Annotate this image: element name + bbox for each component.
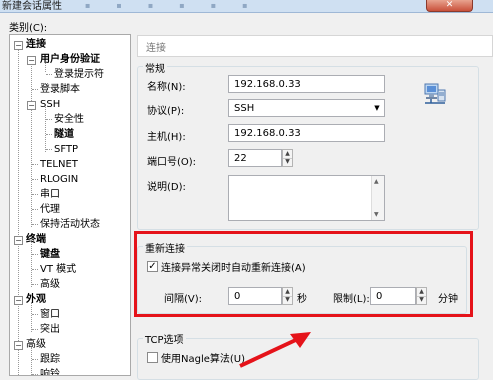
port-label: 端口号(O): [147, 157, 197, 168]
host-field[interactable]: 192.168.0.33 [228, 124, 385, 142]
panel-header: 连接 [137, 35, 493, 57]
tree-item-keepalive[interactable]: 保持活动状态 [40, 217, 100, 232]
description-field[interactable]: ▲ ▼ [228, 175, 385, 221]
tree-item-ssh[interactable]: SSH [40, 97, 60, 112]
tree-connector [45, 107, 46, 152]
tree-item-serial[interactable]: 串口 [40, 187, 60, 202]
tree-item-highlight[interactable]: 突出 [40, 322, 60, 337]
tree-connector [46, 134, 52, 135]
protocol-value: SSH [234, 103, 255, 114]
tree-connector [46, 149, 52, 150]
window-title: 新建会话属性 [2, 1, 62, 12]
tree-item-trace[interactable]: 跟踪 [40, 352, 60, 367]
collapse-icon[interactable]: − [27, 101, 36, 110]
tree-connector [32, 209, 38, 210]
chevron-up-icon[interactable]: ▲ [374, 178, 379, 185]
tree-connector [32, 89, 38, 90]
chevron-down-icon[interactable]: ▼ [374, 211, 379, 218]
tree-item-login-prompt[interactable]: 登录提示符 [54, 67, 104, 82]
chevron-down-icon[interactable]: ▼ [283, 158, 292, 166]
tree-connector [32, 359, 38, 360]
tree-connector [32, 179, 38, 180]
tree-connector [32, 194, 38, 195]
close-icon: ✕ [445, 0, 454, 10]
tree-connector [32, 329, 38, 330]
protocol-label: 协议(P): [147, 106, 185, 117]
collapse-icon[interactable]: − [27, 56, 36, 65]
tree-item-window[interactable]: 窗口 [40, 307, 60, 322]
nagle-checkbox-label[interactable]: 使用Nagle算法(U) [161, 350, 245, 365]
tree-connector [46, 119, 52, 120]
category-tree[interactable]: − 连接 − 用户身份验证 登录提示符 登录脚本 − SSH 安全性 隧道 SF… [9, 34, 131, 376]
annotation-arrow [238, 328, 313, 371]
tree-item-keyboard[interactable]: 键盘 [40, 247, 60, 262]
collapse-icon[interactable]: − [14, 41, 23, 50]
tree-item-advanced[interactable]: 高级 [40, 277, 60, 292]
tree-connector [46, 74, 52, 75]
description-scrollbar[interactable]: ▲ ▼ [371, 176, 384, 220]
collapse-icon[interactable]: − [14, 236, 23, 245]
tree-item-telnet[interactable]: TELNET [40, 157, 78, 172]
tree-item-terminal[interactable]: 终端 [26, 232, 46, 247]
network-computer-icon [423, 81, 447, 108]
collapse-icon[interactable]: − [14, 296, 23, 305]
general-group-title: 常规 [143, 60, 167, 75]
panel-header-title: 连接 [146, 43, 166, 54]
host-label: 主机(H): [147, 132, 186, 143]
nagle-checkbox[interactable] [147, 352, 158, 363]
tcp-group-title: TCP选项 [143, 331, 186, 346]
tree-connector [18, 47, 19, 375]
tree-item-rlogin[interactable]: RLOGIN [40, 172, 78, 187]
title-bar: 新建会话属性 ▪▪▪▪▪▪ ✕ [0, 0, 493, 13]
tree-item-advanced-root[interactable]: 高级 [26, 337, 46, 352]
tree-item-tunnel[interactable]: 隧道 [54, 127, 74, 142]
port-field[interactable]: 22 [228, 149, 282, 167]
chevron-down-icon[interactable]: ▼ [370, 100, 384, 116]
tree-connector [32, 269, 38, 270]
tree-connector [32, 224, 38, 225]
name-label: 名称(N): [147, 82, 186, 93]
tree-item-connection[interactable]: 连接 [26, 37, 46, 52]
tree-item-user-auth[interactable]: 用户身份验证 [40, 52, 100, 67]
tree-connector [32, 254, 38, 255]
tree-item-security[interactable]: 安全性 [54, 112, 84, 127]
collapse-icon[interactable]: − [14, 341, 23, 350]
tree-connector [32, 314, 38, 315]
tree-connector [32, 164, 38, 165]
tree-item-proxy[interactable]: 代理 [40, 202, 60, 217]
close-button[interactable]: ✕ [426, 0, 473, 12]
highlight-box [134, 231, 473, 317]
tree-item-appearance[interactable]: 外观 [26, 292, 46, 307]
title-bar-icons: ▪▪▪▪▪▪ [85, 1, 274, 10]
tree-connector [31, 242, 32, 287]
port-stepper[interactable]: ▲ ▼ [282, 149, 293, 167]
tree-connector [32, 284, 38, 285]
tree-item-vt-mode[interactable]: VT 模式 [40, 262, 76, 277]
tree-connector [31, 62, 32, 227]
category-label: 类别(C): [9, 23, 48, 34]
tree-item-bell[interactable]: 响铃 [40, 367, 60, 375]
description-label: 说明(D): [147, 182, 186, 193]
tree-item-sftp[interactable]: SFTP [54, 142, 78, 157]
tree-connector [32, 374, 38, 375]
protocol-select[interactable]: SSH ▼ [228, 99, 385, 117]
tree-item-login-script[interactable]: 登录脚本 [40, 82, 80, 97]
name-field[interactable]: 192.168.0.33 [228, 75, 385, 93]
